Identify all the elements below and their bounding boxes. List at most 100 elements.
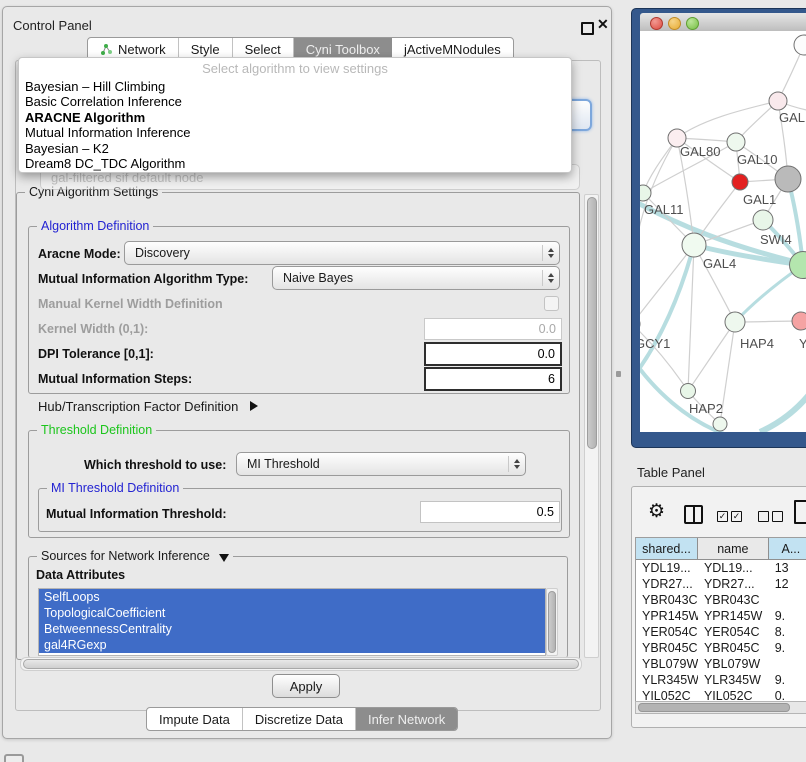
- mac-close-light[interactable]: [650, 17, 663, 30]
- network-edge[interactable]: [760, 391, 806, 432]
- data-attribute-item[interactable]: gal4RGexp: [39, 637, 545, 653]
- which-threshold-combo[interactable]: MI Threshold: [236, 452, 526, 476]
- tab-label: jActiveMNodules: [404, 42, 501, 57]
- settings-vertical-scrollbar[interactable]: [584, 194, 599, 658]
- network-node[interactable]: [681, 384, 696, 399]
- network-node[interactable]: [725, 312, 745, 332]
- column-header-a[interactable]: A...: [769, 538, 806, 559]
- network-node[interactable]: [794, 35, 806, 55]
- network-node-label: GAL: [779, 110, 805, 125]
- mi-type-combo[interactable]: Naive Bayes: [272, 266, 560, 290]
- data-attribute-item[interactable]: BetweennessCentrality: [39, 621, 545, 637]
- table-row[interactable]: YER054CYER054C8.: [636, 624, 806, 640]
- list-scrollbar[interactable]: [546, 588, 558, 656]
- gear-icon[interactable]: ⚙: [648, 500, 665, 523]
- network-edge[interactable]: [640, 138, 677, 324]
- network-window-titlebar[interactable]: [640, 13, 806, 32]
- network-node[interactable]: [753, 210, 773, 230]
- data-attribute-item[interactable]: TopologicalCoefficient: [39, 605, 545, 621]
- mi-type-label: Mutual Information Algorithm Type:: [38, 272, 248, 286]
- network-node-label: GCY1: [640, 336, 670, 351]
- network-node[interactable]: [682, 233, 706, 257]
- tab-discretize-data[interactable]: Discretize Data: [243, 708, 356, 730]
- table-cell: 9.: [769, 640, 806, 656]
- network-edge[interactable]: [688, 322, 735, 391]
- aracne-mode-combo[interactable]: Discovery: [124, 241, 560, 265]
- network-node[interactable]: [713, 417, 727, 431]
- network-node[interactable]: [775, 166, 801, 192]
- sources-toggle[interactable]: Sources for Network Inference: [37, 549, 233, 563]
- column-header-shared-name[interactable]: shared...: [636, 538, 698, 559]
- algorithm-option[interactable]: Dream8 DC_TDC Algorithm: [19, 156, 571, 171]
- algorithm-option[interactable]: Bayesian – K2: [19, 141, 571, 156]
- data-attributes-label: Data Attributes: [36, 568, 125, 582]
- close-icon[interactable]: ✕: [597, 16, 609, 33]
- table-row[interactable]: YLR345WYLR345W9.: [636, 672, 806, 688]
- network-node-label: GAL80: [680, 144, 720, 159]
- columns-icon[interactable]: [684, 505, 703, 524]
- window-title: Control Panel: [13, 18, 92, 33]
- table-horizontal-scrollbar[interactable]: [635, 701, 806, 714]
- table-row[interactable]: YBR043CYBR043C: [636, 592, 806, 608]
- tab-impute-data[interactable]: Impute Data: [147, 708, 243, 730]
- table-row[interactable]: YDR27...YDR27...12: [636, 576, 806, 592]
- dpi-tolerance-field[interactable]: [424, 342, 562, 366]
- network-node[interactable]: [769, 92, 787, 110]
- algorithm-dropdown-placeholder: Select algorithm to view settings: [19, 58, 571, 79]
- apply-button[interactable]: Apply: [272, 674, 340, 698]
- network-node[interactable]: [732, 174, 748, 190]
- network-node-label: GAL11: [644, 202, 684, 217]
- grid-icon[interactable]: [4, 754, 24, 762]
- mac-minimize-light[interactable]: [668, 17, 681, 30]
- data-attributes-list: SelfLoopsTopologicalCoefficientBetweenne…: [38, 588, 546, 656]
- float-window-icon[interactable]: [581, 22, 594, 35]
- table-cell: YLR345W: [698, 672, 769, 688]
- splitter-handle[interactable]: [616, 371, 621, 377]
- select-all-icon2[interactable]: ✓: [731, 511, 742, 522]
- deselect-all-icon2[interactable]: [772, 511, 783, 522]
- document-icon[interactable]: [794, 500, 806, 524]
- network-node-label: GAL1: [743, 192, 776, 207]
- table-row[interactable]: YIL052CYIL052C0.: [636, 688, 806, 702]
- kernel-width-field[interactable]: [424, 318, 562, 340]
- manual-kernel-checkbox[interactable]: [544, 296, 559, 311]
- algorithm-option[interactable]: Bayesian – Hill Climbing: [19, 79, 571, 94]
- network-edge[interactable]: [677, 101, 778, 138]
- algorithm-option[interactable]: Mutual Information Inference: [19, 125, 571, 140]
- mac-zoom-light[interactable]: [686, 17, 699, 30]
- table-cell: YDL19...: [698, 560, 769, 576]
- chevron-updown-icon: [542, 245, 559, 261]
- network-node-label: GAL4: [703, 256, 736, 271]
- select-all-icon[interactable]: ✓: [717, 511, 728, 522]
- mi-steps-field[interactable]: [424, 367, 562, 391]
- table-cell: YDL19...: [636, 560, 698, 576]
- network-node-label: HAP2: [689, 401, 723, 416]
- network-node[interactable]: [792, 312, 806, 330]
- hub-definition-toggle[interactable]: Hub/Transcription Factor Definition: [38, 399, 258, 414]
- network-edge[interactable]: [640, 245, 694, 376]
- column-header-name[interactable]: name: [698, 538, 769, 559]
- network-edge[interactable]: [640, 245, 694, 324]
- group-title: Threshold Definition: [37, 423, 156, 437]
- network-node[interactable]: [727, 133, 745, 151]
- table-row[interactable]: YPR145WYPR145W9.: [636, 608, 806, 624]
- network-node[interactable]: [640, 185, 651, 201]
- table-cell: 13: [769, 560, 806, 576]
- which-threshold-label: Which threshold to use:: [84, 458, 226, 472]
- table-cell: 12: [769, 576, 806, 592]
- mi-threshold-field[interactable]: [420, 501, 560, 523]
- table-cell: YER054C: [636, 624, 698, 640]
- table-row[interactable]: YBL079WYBL079W: [636, 656, 806, 672]
- algorithm-option[interactable]: Basic Correlation Inference: [19, 94, 571, 109]
- data-attribute-item[interactable]: SelfLoops: [39, 589, 545, 605]
- settings-horizontal-scrollbar[interactable]: [20, 657, 582, 671]
- algorithm-option[interactable]: ARACNE Algorithm: [19, 110, 571, 125]
- table-panel-title: Table Panel: [637, 465, 705, 480]
- deselect-all-icon[interactable]: [758, 511, 769, 522]
- table-panel: ⚙ ✓ ✓ shared... name A... YDL19...YDL19.…: [631, 486, 806, 728]
- tab-infer-network[interactable]: Infer Network: [356, 708, 457, 730]
- network-canvas[interactable]: GALGAL80GAL10GAL1GAL11SWI4GAL4GCY1HAP4YH…: [640, 31, 806, 432]
- network-node-label: GAL10: [737, 152, 777, 167]
- table-row[interactable]: YBR045CYBR045C9.: [636, 640, 806, 656]
- table-row[interactable]: YDL19...YDL19...13: [636, 560, 806, 576]
